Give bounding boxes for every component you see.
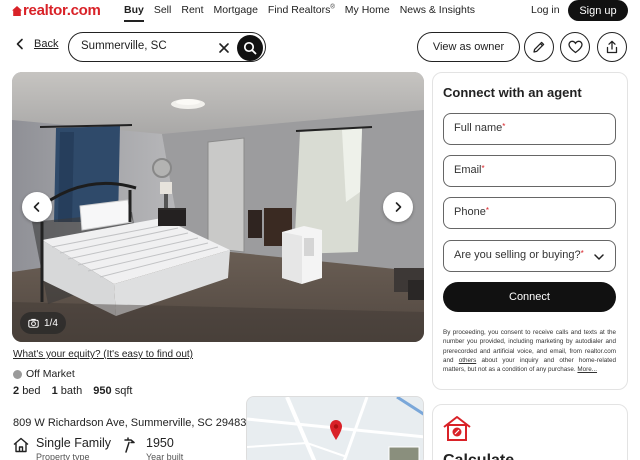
baths-value: 1 bbox=[51, 385, 58, 397]
nav-my-home[interactable]: My Home bbox=[345, 4, 390, 16]
back-label: Back bbox=[34, 38, 59, 50]
logo-text: realtor.com bbox=[23, 2, 101, 19]
beds-label: bed bbox=[22, 385, 41, 397]
phone-text: Phone bbox=[454, 206, 486, 218]
map-pin-icon bbox=[330, 420, 342, 440]
phone-field[interactable]: Phone* bbox=[443, 197, 616, 229]
location-map[interactable] bbox=[246, 396, 424, 460]
email-field[interactable]: Email* bbox=[443, 155, 616, 187]
view-as-owner-button[interactable]: View as owner bbox=[417, 32, 520, 62]
next-photo-button[interactable] bbox=[383, 192, 413, 222]
status-badge: Off Market bbox=[13, 368, 75, 380]
search-button[interactable] bbox=[237, 35, 263, 61]
edit-button[interactable] bbox=[524, 32, 554, 62]
back-link[interactable]: Back bbox=[14, 38, 58, 50]
full-name-field[interactable]: Full name* bbox=[443, 113, 616, 145]
beds-value: 2 bbox=[13, 385, 20, 397]
listing-specs: 2 bed 1 bath 950 sqft bbox=[13, 385, 140, 397]
required-mark: * bbox=[502, 122, 506, 131]
nav-mortgage[interactable]: Mortgage bbox=[214, 4, 258, 16]
pencil-icon bbox=[533, 41, 545, 53]
nav-find-realtors-label: Find Realtors bbox=[267, 4, 331, 16]
phone-label: Phone* bbox=[454, 206, 489, 218]
equity-link[interactable]: What's your equity? (It's easy to find o… bbox=[13, 349, 193, 360]
nav-find-realtors[interactable]: Find Realtors® bbox=[268, 4, 335, 16]
baths-label: bath bbox=[60, 385, 83, 397]
sqft-label: sqft bbox=[114, 385, 133, 397]
selling-buying-label: Are you selling or buying?* bbox=[454, 249, 584, 261]
listing-address: 809 W Richardson Ave, Summerville, SC 29… bbox=[13, 417, 247, 429]
connect-agent-title: Connect with an agent bbox=[443, 85, 582, 100]
top-navigation: realtor.com Buy Sell Rent Mortgage Find … bbox=[0, 0, 640, 22]
property-type-feature: Single Family Property type bbox=[12, 436, 111, 460]
year-built-value: 1950 bbox=[146, 436, 174, 450]
required-mark: * bbox=[485, 206, 489, 215]
share-button[interactable] bbox=[597, 32, 627, 62]
signup-button[interactable]: Sign up bbox=[568, 0, 628, 21]
house-calculator-icon bbox=[443, 416, 471, 441]
chevron-down-icon bbox=[594, 254, 604, 260]
property-type-value: Single Family bbox=[36, 436, 112, 450]
nav-news-insights[interactable]: News & Insights bbox=[400, 4, 475, 16]
save-favorite-button[interactable] bbox=[560, 32, 590, 62]
more-link[interactable]: More... bbox=[577, 366, 597, 373]
search-icon bbox=[243, 41, 257, 55]
required-mark: * bbox=[481, 164, 485, 173]
status-dot bbox=[13, 369, 22, 379]
main-nav: Buy Sell Rent Mortgage Find Realtors® My… bbox=[124, 4, 485, 22]
sqft-spec: 950 sqft bbox=[93, 385, 132, 397]
chevron-left-icon bbox=[16, 38, 23, 50]
property-type-label: Property type bbox=[36, 452, 90, 460]
listing-photo[interactable] bbox=[12, 72, 424, 342]
realtor-logo[interactable]: realtor.com bbox=[12, 2, 101, 19]
selling-buying-text: Are you selling or buying? bbox=[454, 249, 581, 261]
share-icon bbox=[606, 40, 618, 54]
email-text: Email bbox=[454, 164, 482, 176]
previous-photo-button[interactable] bbox=[22, 192, 52, 222]
registered-mark: ® bbox=[330, 4, 335, 11]
calculator-title: Calculate bbox=[443, 452, 514, 460]
nav-sell[interactable]: Sell bbox=[154, 4, 172, 16]
consent-disclaimer: By proceeding, you consent to receive ca… bbox=[443, 328, 616, 374]
photo-counter-text: 1/4 bbox=[44, 317, 58, 329]
baths-spec: 1 bath bbox=[52, 385, 83, 397]
photo-counter[interactable]: 1/4 bbox=[20, 312, 66, 334]
others-link[interactable]: others bbox=[459, 357, 477, 364]
chevron-right-icon bbox=[395, 202, 402, 212]
year-built-label: Year built bbox=[146, 452, 184, 460]
search-input[interactable] bbox=[81, 40, 211, 52]
selling-buying-select[interactable]: Are you selling or buying?* bbox=[443, 240, 616, 272]
year-built-feature: 1950 Year built bbox=[122, 436, 183, 460]
status-text: Off Market bbox=[26, 368, 75, 380]
required-mark: * bbox=[580, 249, 584, 258]
nav-buy[interactable]: Buy bbox=[124, 4, 144, 22]
email-label: Email* bbox=[454, 164, 485, 176]
connect-button[interactable]: Connect bbox=[443, 282, 616, 312]
heart-icon bbox=[567, 40, 583, 54]
full-name-label: Full name* bbox=[454, 122, 505, 134]
bedroom-photo-illustration bbox=[12, 72, 424, 342]
search-box bbox=[68, 32, 266, 62]
sqft-value: 950 bbox=[93, 385, 112, 397]
full-name-text: Full name bbox=[454, 122, 503, 134]
clear-icon[interactable] bbox=[217, 41, 231, 55]
beds-spec: 2 bed bbox=[13, 385, 41, 397]
house-icon bbox=[13, 437, 29, 453]
camera-icon bbox=[28, 318, 39, 328]
login-link[interactable]: Log in bbox=[531, 4, 560, 16]
house-logo-icon bbox=[12, 5, 22, 16]
chevron-left-icon bbox=[33, 202, 40, 212]
nav-rent[interactable]: Rent bbox=[181, 4, 203, 16]
hammer-icon bbox=[124, 437, 135, 453]
